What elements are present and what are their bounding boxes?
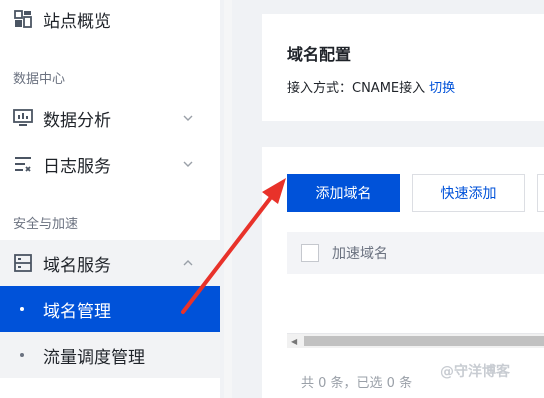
bullet-dot-icon: [20, 307, 24, 311]
sidebar-subitem-label: 域名管理: [43, 301, 111, 322]
monitor-icon: [13, 108, 33, 128]
sidebar-item-overview[interactable]: 站点概览: [0, 0, 220, 42]
log-list-icon: [13, 154, 33, 174]
domain-config-card: 域名配置 接入方式：CNAME接入 切换: [262, 14, 544, 121]
sidebar-subitem-domain-management[interactable]: 域名管理: [0, 286, 220, 332]
server-icon: [13, 253, 33, 273]
select-all-checkbox[interactable]: [301, 244, 319, 262]
add-domain-button[interactable]: 添加域名: [287, 174, 400, 212]
sidebar-item-label: 站点概览: [43, 11, 111, 32]
access-method-label: 接入方式：CNAME接入: [287, 81, 426, 96]
quick-add-button[interactable]: 快速添加: [412, 174, 525, 212]
selection-count: 共 0 条，已选 0 条: [301, 376, 413, 391]
more-button[interactable]: [537, 174, 544, 212]
watermark: @守洋博客: [440, 364, 510, 380]
access-method: 接入方式：CNAME接入 切换: [287, 77, 455, 96]
sidebar-item-log-service[interactable]: 日志服务: [0, 141, 220, 187]
scrollbar-thumb[interactable]: [304, 336, 544, 346]
sidebar-item-label: 日志服务: [43, 156, 111, 177]
column-header-domain: 加速域名: [332, 246, 388, 262]
table-body: [287, 274, 544, 334]
sidebar-item-label: 数据分析: [43, 110, 111, 131]
scroll-left-icon[interactable]: ◀: [291, 337, 297, 346]
sidebar-item-label: 域名服务: [43, 255, 111, 276]
card-title: 域名配置: [287, 45, 352, 64]
chevron-up-icon: [183, 260, 193, 266]
bullet-dot-icon: [20, 353, 24, 357]
chevron-down-icon: [183, 161, 193, 167]
sidebar-subitem-label: 流量调度管理: [43, 347, 145, 368]
horizontal-scrollbar[interactable]: ◀: [287, 334, 544, 348]
sidebar-subitem-traffic-scheduling[interactable]: 流量调度管理: [0, 332, 220, 378]
sidebar-divider: [224, 0, 232, 398]
sidebar-item-data-analysis[interactable]: 数据分析: [0, 95, 220, 141]
table-header: 加速域名: [287, 232, 544, 274]
switch-link[interactable]: 切换: [429, 81, 455, 96]
dashboard-icon: [13, 9, 33, 29]
sidebar: 站点概览 数据中心 数据分析 日志服务 安全与加速 域名服务 域名管理 流量调度…: [0, 0, 220, 398]
section-title-data-center: 数据中心: [13, 72, 66, 87]
sidebar-item-domain-service[interactable]: 域名服务: [0, 240, 220, 286]
chevron-down-icon: [183, 115, 193, 121]
section-title-security: 安全与加速: [13, 217, 79, 232]
